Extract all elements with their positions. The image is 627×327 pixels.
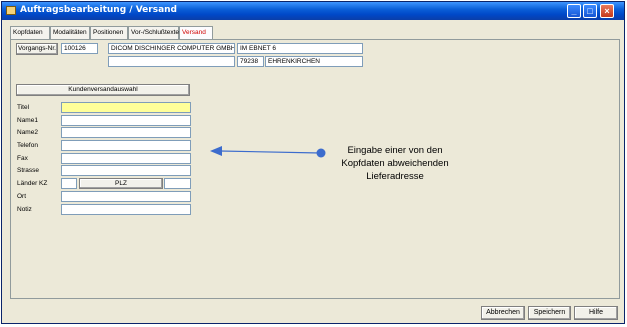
annotation-line-3: Lieferadresse xyxy=(366,171,424,182)
annotation-line-1: Eingabe einer von den xyxy=(347,145,443,156)
save-button[interactable]: Speichern xyxy=(528,306,571,320)
annotation-arrow xyxy=(210,146,326,158)
annotation-text: Eingabe einer von den Kopfdaten abweiche… xyxy=(320,144,470,183)
cancel-button[interactable]: Abbrechen xyxy=(481,306,525,320)
app-window: Auftragsbearbeitung / Versand _ □ × Kopf… xyxy=(1,1,625,324)
annotation-line-2: Kopfdaten abweichenden xyxy=(341,158,449,169)
help-button[interactable]: Hilfe xyxy=(574,306,618,320)
